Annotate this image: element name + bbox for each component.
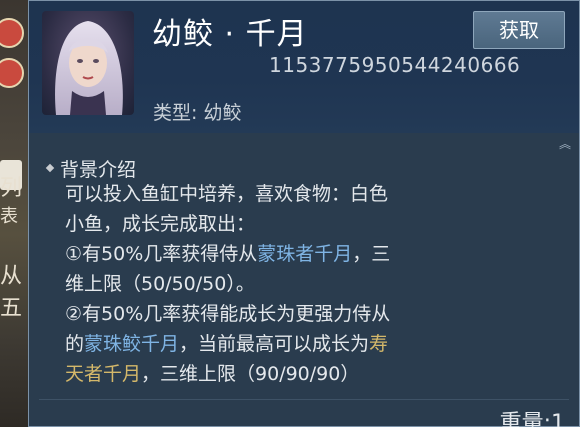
text-segment: 的 bbox=[65, 333, 85, 355]
tooltip-body[interactable]: ︽ 背景介绍 可以投入鱼缸中培养，喜欢食物：白色 小鱼，成长完成取出： ①有50… bbox=[29, 133, 579, 427]
section-title: 背景介绍 bbox=[45, 155, 137, 182]
chevron-up-icon[interactable]: ︽ bbox=[559, 138, 571, 150]
item-weight: 重量:1 bbox=[499, 411, 565, 427]
background-text: 表 bbox=[0, 206, 18, 227]
highlight-name: 寿 bbox=[369, 333, 389, 355]
description-line: ①有50%几率获得侍从蒙珠者千月，三 bbox=[65, 239, 555, 269]
portrait-image bbox=[55, 21, 123, 115]
background-badge bbox=[0, 18, 24, 48]
background-text: 从 bbox=[0, 264, 23, 289]
item-type: 类型: 幼鲛 bbox=[153, 98, 241, 125]
text-segment: ①有50%几率获得侍从 bbox=[65, 243, 258, 265]
background-text: 列 bbox=[0, 176, 23, 201]
game-screen: 列 表 从 五 幼鲛 · 千月 获取 1153775950544240666 类… bbox=[0, 0, 580, 427]
highlight-name: 天者千月 bbox=[65, 363, 142, 385]
description-line: 小鱼，成长完成取出： bbox=[65, 213, 256, 235]
highlight-name: 蒙珠者千月 bbox=[257, 243, 353, 265]
background-scene: 列 表 从 五 bbox=[0, 0, 28, 427]
type-label: 类型: bbox=[153, 102, 198, 124]
get-button[interactable]: 获取 bbox=[473, 11, 565, 49]
section-title-text: 背景介绍 bbox=[60, 159, 137, 181]
background-text: 五 bbox=[0, 296, 23, 321]
diamond-icon bbox=[45, 163, 55, 172]
text-segment: ，三维上限（90/90/90） bbox=[141, 363, 360, 385]
description-line: 的蒙珠鲛千月，当前最高可以成长为寿 bbox=[65, 329, 555, 359]
item-name: 幼鲛 · 千月 bbox=[152, 17, 308, 52]
background-badge bbox=[0, 58, 24, 88]
description-text: 可以投入鱼缸中培养，喜欢食物：白色 小鱼，成长完成取出： ①有50%几率获得侍从… bbox=[65, 179, 555, 389]
text-segment: ，三 bbox=[352, 243, 391, 265]
item-tooltip: 幼鲛 · 千月 获取 1153775950544240666 类型: 幼鲛 ︽ … bbox=[28, 0, 580, 427]
item-id: 1153775950544240666 bbox=[269, 53, 521, 77]
text-segment: ，当前最高可以成长为 bbox=[179, 333, 370, 355]
description-line: 可以投入鱼缸中培养，喜欢食物：白色 bbox=[65, 183, 389, 205]
tooltip-header: 幼鲛 · 千月 获取 1153775950544240666 类型: 幼鲛 bbox=[29, 1, 579, 133]
description-line: 维上限（50/50/50）。 bbox=[65, 273, 255, 295]
character-portrait bbox=[42, 11, 134, 115]
description-line: ②有50%几率获得能成长为更强力侍从 bbox=[65, 303, 391, 325]
description-line: 天者千月，三维上限（90/90/90） bbox=[65, 359, 555, 389]
type-value: 幼鲛 bbox=[203, 102, 242, 124]
highlight-name: 蒙珠鲛千月 bbox=[84, 333, 180, 355]
divider bbox=[39, 399, 569, 400]
